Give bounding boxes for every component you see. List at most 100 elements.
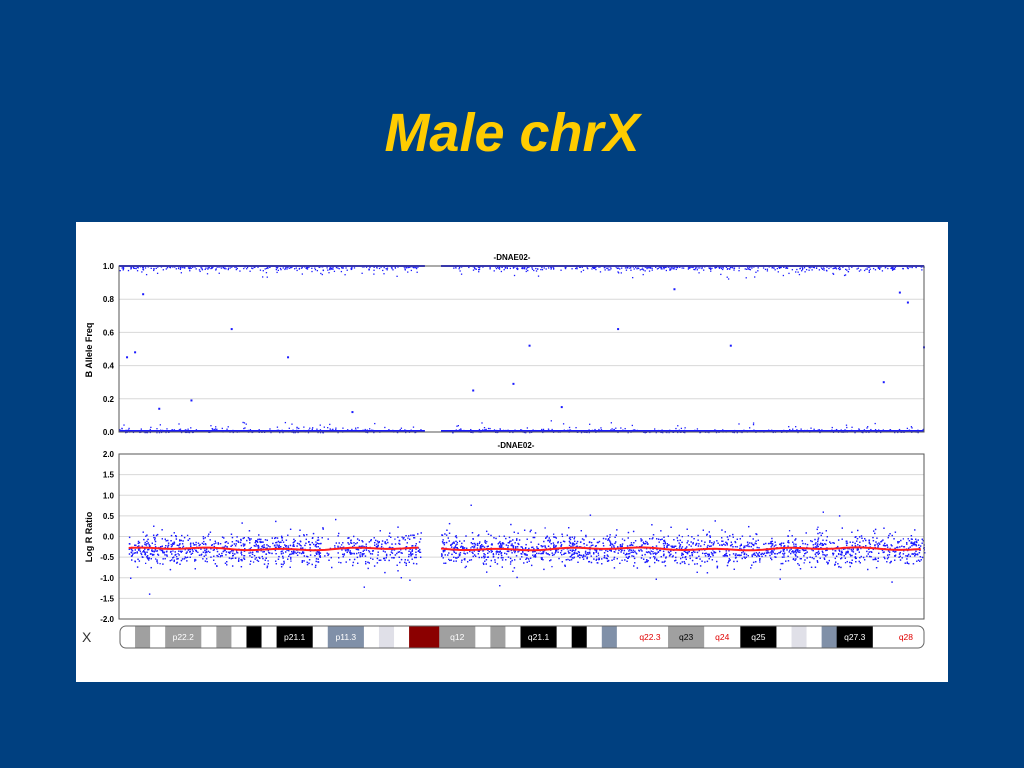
baf-point (696, 269, 698, 271)
baf-point (197, 430, 199, 432)
lrr-point (218, 553, 220, 555)
baf-point (365, 266, 368, 268)
baf-point (920, 266, 922, 268)
lrr-point (844, 562, 847, 564)
baf-point (328, 272, 330, 274)
baf-point (248, 430, 250, 432)
lrr-point (153, 525, 155, 527)
lrr-point (752, 561, 755, 564)
baf-point (506, 267, 508, 270)
baf-point (773, 267, 775, 269)
lrr-point (750, 545, 752, 548)
baf-point (455, 267, 457, 269)
baf-point (649, 267, 652, 269)
lrr-point (316, 539, 319, 541)
lrr-point (324, 555, 326, 557)
lrr-point (396, 552, 398, 555)
baf-point (550, 420, 552, 422)
lrr-point (609, 534, 611, 536)
lrr-point (232, 552, 234, 554)
baf-point (195, 268, 197, 270)
lrr-point (672, 545, 674, 547)
lrr-tick-label: 2.0 (103, 450, 115, 459)
lrr-point (904, 562, 906, 564)
baf-point (244, 427, 246, 429)
lrr-point (167, 542, 170, 544)
lrr-point (634, 562, 636, 564)
baf-point (796, 268, 798, 271)
lrr-point (586, 544, 588, 546)
baf-point (620, 427, 622, 429)
baf-point (394, 267, 397, 269)
baf-point (646, 267, 648, 270)
baf-outlier (351, 411, 354, 414)
baf-point (701, 266, 703, 268)
baf-point (290, 267, 292, 269)
baf-point (801, 268, 804, 271)
baf-point (675, 268, 677, 271)
baf-point (478, 428, 481, 431)
baf-point (169, 267, 172, 269)
lrr-point (274, 560, 277, 562)
lrr-point (328, 553, 330, 555)
lrr-point (814, 543, 816, 545)
baf-point (562, 423, 565, 425)
lrr-point (179, 563, 181, 565)
baf-point (813, 267, 816, 269)
lrr-point (534, 532, 537, 534)
lrr-point (780, 542, 783, 544)
lrr-point (419, 538, 422, 540)
genome-plot: -DNAE02- 0.00.20.40.60.81.0 B Allele Fre… (82, 253, 926, 649)
baf-point (794, 430, 797, 432)
baf-point (567, 429, 569, 431)
baf-point (311, 270, 313, 273)
lrr-point (634, 550, 636, 552)
lrr-point (651, 524, 653, 526)
baf-point (805, 268, 808, 271)
lrr-point (230, 551, 232, 553)
lrr-point (512, 539, 514, 541)
baf-point (776, 267, 778, 270)
lrr-point (681, 546, 684, 548)
baf-point (731, 267, 734, 269)
lrr-point (739, 538, 741, 540)
baf-point (314, 267, 316, 269)
baf-point (647, 267, 649, 269)
lrr-point (186, 551, 188, 553)
baf-point (847, 270, 850, 273)
baf-point (284, 268, 286, 271)
lrr-point (660, 556, 662, 558)
baf-point (378, 267, 381, 270)
baf-point (541, 266, 543, 269)
baf-point (459, 270, 461, 272)
baf-point (701, 267, 703, 270)
lrr-point (276, 537, 279, 539)
lrr-point (755, 533, 757, 535)
lrr-point (859, 562, 861, 564)
baf-point (382, 269, 384, 272)
lrr-point (921, 542, 923, 544)
lrr-point (697, 534, 699, 537)
lrr-point (561, 535, 564, 538)
baf-point (683, 429, 686, 432)
baf-point (189, 268, 191, 270)
lrr-point (679, 539, 681, 542)
baf-point (588, 429, 590, 431)
lrr-point (869, 543, 872, 546)
baf-point (870, 428, 872, 431)
baf-point (288, 427, 290, 429)
baf-point (141, 271, 143, 273)
lrr-point (249, 542, 251, 544)
baf-point (319, 429, 322, 431)
baf-point (165, 268, 167, 270)
baf-point (130, 268, 132, 270)
lrr-point (863, 559, 866, 561)
baf-point (531, 268, 534, 270)
baf-point (350, 268, 352, 271)
baf-point (121, 428, 123, 430)
lrr-point (921, 556, 924, 559)
baf-point (485, 428, 487, 431)
lrr-point (281, 539, 284, 541)
lrr-point (851, 554, 853, 557)
lrr-point (819, 557, 821, 559)
